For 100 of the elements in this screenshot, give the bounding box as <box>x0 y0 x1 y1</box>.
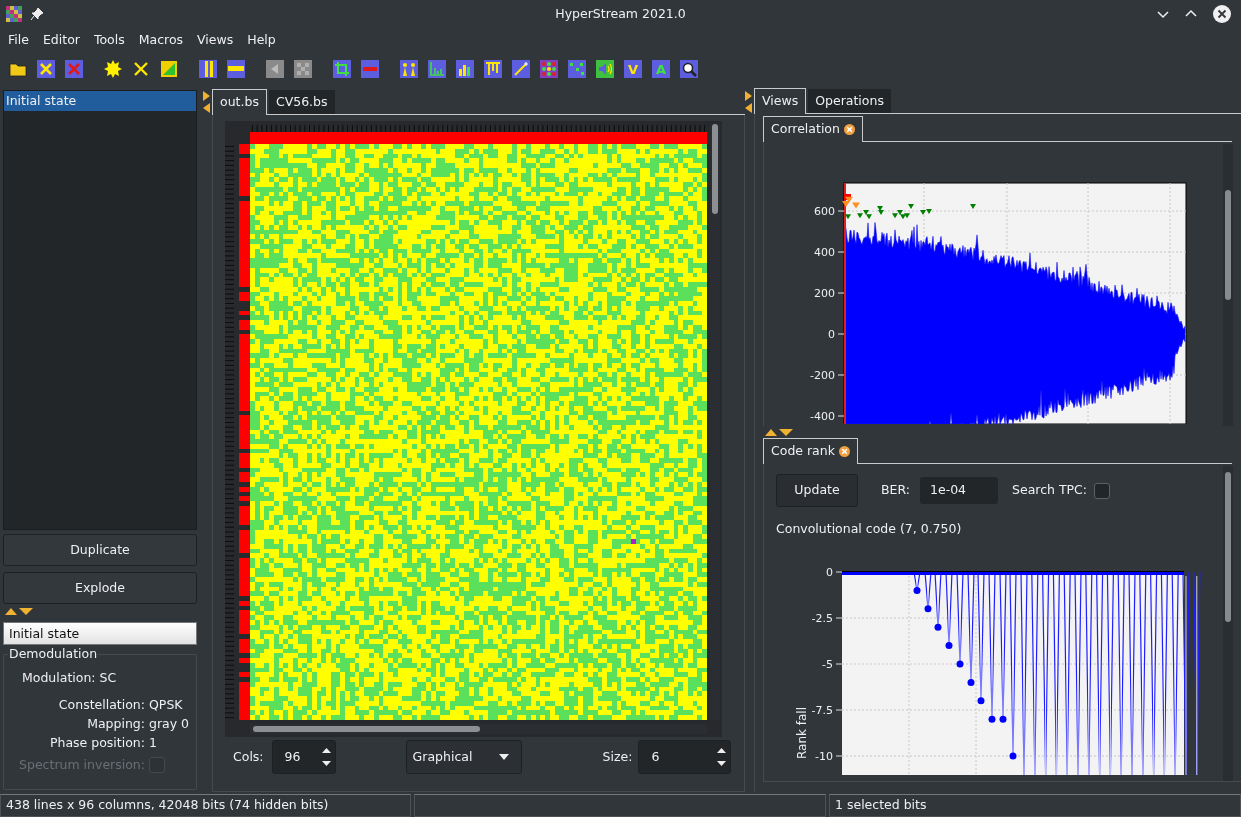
wand-icon[interactable] <box>512 60 530 78</box>
y-tick <box>835 709 843 711</box>
display-mode-dropdown[interactable]: Graphical <box>405 740 522 774</box>
horizontal-scrollbar[interactable] <box>250 724 707 734</box>
result-text: Convolutional code (7, 0.750) <box>776 520 963 538</box>
pin-icon[interactable] <box>30 7 44 21</box>
spin-arrows-icon[interactable] <box>321 747 331 767</box>
folder-icon[interactable] <box>9 60 27 78</box>
y-tick <box>837 333 845 335</box>
tick-label: 400 <box>814 246 835 259</box>
tick-label: -400 <box>810 410 835 423</box>
spinbox-value: 96 <box>284 747 301 766</box>
bar-chart-icon[interactable] <box>428 60 446 78</box>
tick-label: -7.5 <box>811 703 833 717</box>
field-value: SC <box>99 669 117 687</box>
size-spinbox[interactable]: 6 <box>638 740 732 774</box>
list-item[interactable]: Initial state <box>4 91 196 111</box>
y-tick <box>835 663 843 665</box>
dropdown-value: Graphical <box>412 747 473 766</box>
explode-button[interactable]: Explode <box>3 572 197 604</box>
tick-label: -2.5 <box>811 611 833 625</box>
bar-chart-icon[interactable] <box>456 60 474 78</box>
y-tick <box>837 210 845 212</box>
vertical-scrollbar[interactable] <box>1223 144 1233 426</box>
vertical-scrollbar[interactable] <box>1223 466 1233 781</box>
spin-arrows-icon[interactable] <box>717 747 727 767</box>
update-button[interactable]: Update <box>776 474 858 507</box>
field-label: Spectrum inversion: <box>18 755 145 774</box>
columns-icon[interactable] <box>199 60 217 78</box>
file-tab[interactable]: out.bs <box>212 89 267 115</box>
toolbar-button[interactable]: V <box>624 60 642 78</box>
caret-down-icon[interactable] <box>498 754 509 760</box>
comb-icon[interactable] <box>484 60 502 78</box>
y-tick <box>835 617 843 619</box>
field-label: Constellation: <box>57 696 145 715</box>
y-tick <box>837 292 845 294</box>
field-value: QPSK <box>149 696 184 715</box>
menu-item[interactable]: Views <box>190 30 241 50</box>
file-tab[interactable]: CV56.bs <box>268 90 335 114</box>
y-tick <box>835 571 843 573</box>
field-label: BER: <box>881 481 910 500</box>
panel-tab[interactable]: Operations <box>808 89 891 113</box>
scatter-icon[interactable] <box>568 60 586 78</box>
cross-icon[interactable] <box>132 60 150 78</box>
tick-label: 0 <box>826 565 833 579</box>
menu-item[interactable]: Macros <box>131 30 191 50</box>
duplicate-button[interactable]: Duplicate <box>3 534 197 566</box>
splat-icon[interactable] <box>104 60 122 78</box>
app-icon <box>6 6 22 22</box>
field-label: Modulation: <box>22 669 96 687</box>
tick-label: 0 <box>828 328 835 341</box>
speaker-icon[interactable] <box>596 60 614 78</box>
cols-spinbox[interactable]: 96 <box>271 740 336 774</box>
menu-item[interactable]: Tools <box>86 30 132 50</box>
figures-icon[interactable] <box>400 60 418 78</box>
menu-item[interactable]: File <box>1 30 36 50</box>
ber-field[interactable]: 1e-04 <box>920 477 998 504</box>
checkbox[interactable] <box>1094 482 1111 499</box>
search-icon[interactable] <box>680 60 698 78</box>
y-tick <box>837 415 845 417</box>
panel-tab[interactable]: Views <box>754 88 807 114</box>
menu-item[interactable]: Help <box>240 30 283 50</box>
view-tab[interactable]: Correlation <box>763 116 863 142</box>
chevron-down-icon[interactable] <box>1157 8 1169 20</box>
crop-icon[interactable] <box>333 60 351 78</box>
spinbox-value: 6 <box>651 747 660 766</box>
vertical-scrollbar[interactable] <box>710 123 720 720</box>
window-title: HyperStream 2021.0 <box>555 4 686 23</box>
tick-label: -10 <box>815 749 833 763</box>
tab-label: Code rank <box>771 442 835 461</box>
collapse-arrows-icon[interactable] <box>765 428 793 436</box>
field-label: Cols: <box>233 747 264 766</box>
field-value: gray 0 <box>149 715 191 734</box>
menu-item[interactable]: Editor <box>35 30 87 50</box>
tick-label: 200 <box>814 287 835 300</box>
status-text: 1 selected bits <box>829 794 1241 817</box>
expand-arrow-icon[interactable] <box>745 91 752 101</box>
y-tick <box>835 755 843 757</box>
tick-label: 600 <box>814 205 835 218</box>
square-icon[interactable] <box>160 60 178 78</box>
y-tick <box>837 251 845 253</box>
close-icon[interactable] <box>843 124 855 135</box>
tab-label: Correlation <box>771 120 840 139</box>
field-value: 1 <box>149 734 158 753</box>
dots-grid-icon[interactable] <box>540 60 558 78</box>
expand-arrow-icon[interactable] <box>202 91 210 101</box>
close-icon[interactable] <box>838 446 850 457</box>
collapse-arrow-icon[interactable] <box>745 103 752 113</box>
collapse-arrows-icon[interactable] <box>5 607 33 615</box>
status-text: 438 lines x 96 columns, 42048 bits (74 hidden bits) <box>0 794 411 817</box>
field-label: Size: <box>602 747 633 766</box>
view-tab[interactable]: Code rank <box>763 438 858 464</box>
checker-icon[interactable] <box>294 60 312 78</box>
collapse-arrow-icon[interactable] <box>202 103 210 113</box>
state-name-field[interactable]: Initial state <box>3 622 197 645</box>
axis-label: Rank fall <box>795 706 809 759</box>
field-label: Phase position: <box>48 734 145 753</box>
y-tick <box>837 374 845 376</box>
rows-icon[interactable] <box>227 60 245 78</box>
close-icon[interactable] <box>1213 5 1231 23</box>
